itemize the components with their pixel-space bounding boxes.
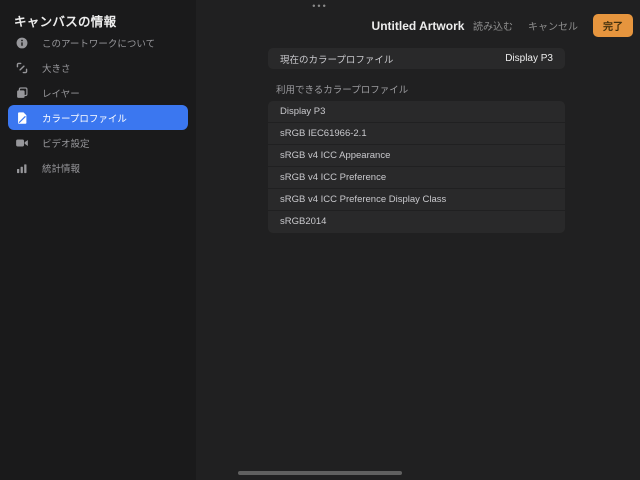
done-button[interactable]: 完了: [593, 14, 633, 37]
profile-option-srgb-v4-preference[interactable]: sRGB v4 ICC Preference: [268, 167, 565, 189]
sidebar-item-color-profile[interactable]: カラープロファイル: [8, 105, 188, 130]
sidebar-item-size[interactable]: 大きさ: [8, 55, 188, 80]
sidebar-item-layers[interactable]: レイヤー: [8, 80, 188, 105]
sidebar-item-label: 大きさ: [42, 61, 71, 75]
sidebar-nav: このアートワークについて 大きさ レイヤー: [0, 30, 196, 180]
info-icon: [15, 36, 29, 50]
profile-list: Display P3 sRGB IEC61966-2.1 sRGB v4 ICC…: [268, 101, 565, 233]
layers-icon: [15, 86, 29, 100]
current-profile-value: Display P3: [505, 53, 553, 64]
canvas-size-icon: [15, 61, 29, 75]
sidebar-item-about-artwork[interactable]: このアートワークについて: [8, 30, 188, 55]
sidebar-item-statistics[interactable]: 統計情報: [8, 155, 188, 180]
sidebar-item-video-settings[interactable]: ビデオ設定: [8, 130, 188, 155]
topbar-actions: 読み込む キャンセル 完了: [473, 15, 633, 36]
color-profile-icon: [15, 111, 29, 125]
sidebar-item-label: カラープロファイル: [42, 111, 127, 125]
cancel-button[interactable]: キャンセル: [528, 18, 578, 33]
load-button[interactable]: 読み込む: [473, 18, 513, 33]
modal-drag-handle[interactable]: •••: [306, 1, 334, 11]
sidebar-item-label: このアートワークについて: [42, 36, 155, 50]
sidebar-item-label: 統計情報: [42, 161, 80, 175]
page-title: キャンバスの情報: [14, 11, 116, 30]
home-indicator[interactable]: [238, 471, 402, 475]
available-profiles-header: 利用できるカラープロファイル: [276, 82, 408, 96]
statistics-icon: [15, 161, 29, 175]
current-profile-label: 現在のカラープロファイル: [280, 52, 393, 66]
profile-option-srgb-v4-preference-display-class[interactable]: sRGB v4 ICC Preference Display Class: [268, 189, 565, 211]
current-color-profile-row: 現在のカラープロファイル Display P3: [268, 48, 565, 69]
video-settings-icon: [15, 136, 29, 150]
sidebar: キャンバスの情報 このアートワークについて 大きさ: [0, 0, 196, 480]
profile-option-srgb2014[interactable]: sRGB2014: [268, 211, 565, 233]
canvas-information-modal: キャンバスの情報 このアートワークについて 大きさ: [0, 0, 640, 480]
profile-option-srgb-v4-appearance[interactable]: sRGB v4 ICC Appearance: [268, 145, 565, 167]
sidebar-item-label: ビデオ設定: [42, 136, 90, 150]
sidebar-item-label: レイヤー: [42, 86, 80, 100]
profile-option-display-p3[interactable]: Display P3: [268, 101, 565, 123]
profile-option-srgb-iec61966[interactable]: sRGB IEC61966-2.1: [268, 123, 565, 145]
